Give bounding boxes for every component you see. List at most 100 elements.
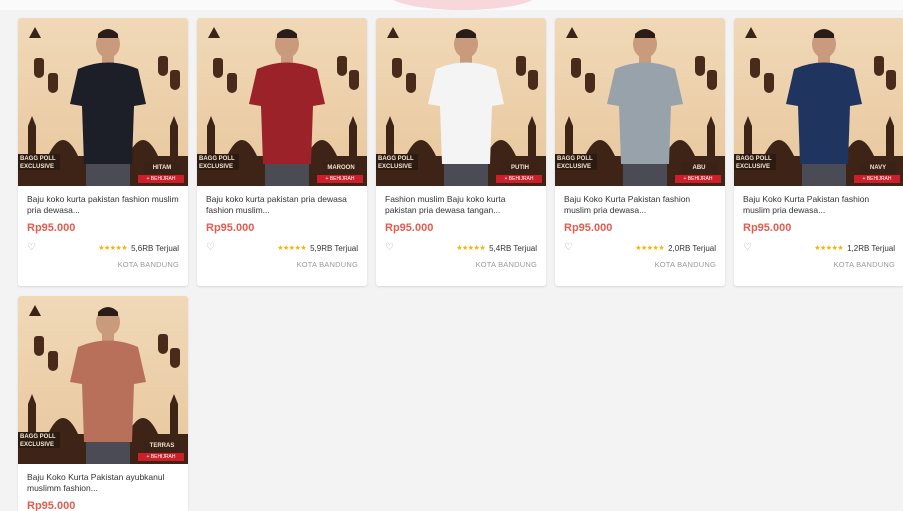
product-image[interactable]: BAGG POLL EXCLUSIVE NAVY + BEHIJRAH (734, 18, 903, 186)
product-title[interactable]: Baju Koko Kurta Pakistan ayubkanul musli… (27, 472, 179, 494)
brand-logo-icon (566, 27, 578, 38)
product-card[interactable]: BAGG POLL EXCLUSIVE ABU + BEHIJRAH Baju … (555, 18, 725, 286)
lantern-icon (170, 348, 180, 368)
lantern-icon (34, 58, 44, 78)
color-tag: MAROON (323, 162, 359, 174)
promo-banner: BAGG POLL EXCLUSIVE (734, 154, 776, 170)
heart-icon[interactable]: ♡ (564, 243, 574, 253)
star-rating-icon: ★★★★★ (814, 245, 844, 252)
brand-logo-icon (29, 27, 41, 38)
product-price: Rp95.000 (743, 222, 792, 234)
lantern-icon (764, 73, 774, 93)
lantern-icon (158, 56, 168, 76)
promo-banner: BAGG POLL EXCLUSIVE (555, 154, 597, 170)
sold-count: 2,0RB Terjual (668, 243, 716, 253)
lantern-icon (528, 70, 538, 90)
product-card[interactable]: BAGG POLL EXCLUSIVE HITAM + BEHIJRAH Baj… (18, 18, 188, 286)
brand-logo-icon (387, 27, 399, 38)
product-card[interactable]: BAGG POLL EXCLUSIVE MAROON + BEHIJRAH Ba… (197, 18, 367, 286)
star-rating-icon: ★★★★★ (456, 245, 486, 252)
color-tag: PUTIH (502, 162, 538, 174)
lantern-icon (349, 70, 359, 90)
promo-tag: + BEHIJRAH (138, 175, 184, 183)
star-rating-icon: ★★★★★ (277, 245, 307, 252)
lantern-icon (48, 73, 58, 93)
product-grid: BAGG POLL EXCLUSIVE HITAM + BEHIJRAH Baj… (18, 18, 903, 511)
page: BAGG POLL EXCLUSIVE HITAM + BEHIJRAH Baj… (0, 0, 903, 511)
heart-icon[interactable]: ♡ (385, 243, 395, 253)
model-photo (249, 29, 325, 186)
star-rating-icon: ★★★★★ (635, 245, 665, 252)
model-photo (786, 29, 862, 186)
product-price: Rp95.000 (564, 222, 613, 234)
brand-logo-icon (745, 27, 757, 38)
model-photo (70, 307, 146, 464)
lantern-icon (213, 58, 223, 78)
promo-banner: BAGG POLL EXCLUSIVE (197, 154, 239, 170)
product-price: Rp95.000 (27, 500, 76, 511)
heart-icon[interactable]: ♡ (743, 243, 753, 253)
product-image[interactable]: BAGG POLL EXCLUSIVE MAROON + BEHIJRAH (197, 18, 367, 186)
lantern-icon (874, 56, 884, 76)
model-photo (428, 29, 504, 186)
promo-tag: + BEHIJRAH (138, 453, 184, 461)
brand-logo-icon (208, 27, 220, 38)
product-location: KOTA BANDUNG (475, 260, 537, 269)
model-photo (70, 29, 146, 186)
product-card[interactable]: BAGG POLL EXCLUSIVE TERRAS + BEHIJRAH Ba… (18, 296, 188, 511)
lantern-icon (695, 56, 705, 76)
sold-count: 5,4RB Terjual (489, 243, 537, 253)
promo-banner: BAGG POLL EXCLUSIVE (18, 154, 60, 170)
color-tag: NAVY (860, 162, 896, 174)
product-title[interactable]: Baju Koko Kurta Pakistan fashion muslim … (564, 194, 716, 216)
lantern-icon (34, 336, 44, 356)
lantern-icon (707, 70, 717, 90)
brand-logo-icon (29, 305, 41, 316)
product-title[interactable]: Baju Koko Kurta Pakistan fashion muslim … (743, 194, 895, 216)
heart-icon[interactable]: ♡ (27, 243, 37, 253)
product-title[interactable]: Fashion muslim Baju koko kurta pakistan … (385, 194, 537, 216)
product-location: KOTA BANDUNG (654, 260, 716, 269)
product-price: Rp95.000 (206, 222, 255, 234)
product-image[interactable]: BAGG POLL EXCLUSIVE ABU + BEHIJRAH (555, 18, 725, 186)
product-price: Rp95.000 (385, 222, 434, 234)
lantern-icon (585, 73, 595, 93)
lantern-icon (227, 73, 237, 93)
color-tag: HITAM (144, 162, 180, 174)
lantern-icon (392, 58, 402, 78)
heart-icon[interactable]: ♡ (206, 243, 216, 253)
promo-tag: + BEHIJRAH (496, 175, 542, 183)
lantern-icon (886, 70, 896, 90)
product-price: Rp95.000 (27, 222, 76, 234)
sold-count: 5,9RB Terjual (310, 243, 358, 253)
promo-banner: BAGG POLL EXCLUSIVE (376, 154, 418, 170)
lantern-icon (158, 334, 168, 354)
promo-tag: + BEHIJRAH (317, 175, 363, 183)
lantern-icon (516, 56, 526, 76)
lantern-icon (48, 351, 58, 371)
star-rating-icon: ★★★★★ (98, 245, 128, 252)
product-image[interactable]: BAGG POLL EXCLUSIVE TERRAS + BEHIJRAH (18, 296, 188, 464)
product-location: KOTA BANDUNG (833, 260, 895, 269)
lantern-icon (170, 70, 180, 90)
lantern-icon (406, 73, 416, 93)
lantern-icon (571, 58, 581, 78)
product-card[interactable]: BAGG POLL EXCLUSIVE PUTIH + BEHIJRAH Fas… (376, 18, 546, 286)
product-card[interactable]: BAGG POLL EXCLUSIVE NAVY + BEHIJRAH Baju… (734, 18, 903, 286)
product-location: KOTA BANDUNG (117, 260, 179, 269)
product-title[interactable]: Baju koko kurta pakistan fashion muslim … (27, 194, 179, 216)
promo-tag: + BEHIJRAH (675, 175, 721, 183)
color-tag: TERRAS (144, 440, 180, 452)
sold-count: 1,2RB Terjual (847, 243, 895, 253)
product-location: KOTA BANDUNG (296, 260, 358, 269)
product-image[interactable]: BAGG POLL EXCLUSIVE PUTIH + BEHIJRAH (376, 18, 546, 186)
product-title[interactable]: Baju koko kurta pakistan pria dewasa fas… (206, 194, 358, 216)
sold-count: 5,6RB Terjual (131, 243, 179, 253)
product-image[interactable]: BAGG POLL EXCLUSIVE HITAM + BEHIJRAH (18, 18, 188, 186)
color-tag: ABU (681, 162, 717, 174)
promo-tag: + BEHIJRAH (854, 175, 900, 183)
lantern-icon (750, 58, 760, 78)
promo-banner: BAGG POLL EXCLUSIVE (18, 432, 60, 448)
lantern-icon (337, 56, 347, 76)
model-photo (607, 29, 683, 186)
